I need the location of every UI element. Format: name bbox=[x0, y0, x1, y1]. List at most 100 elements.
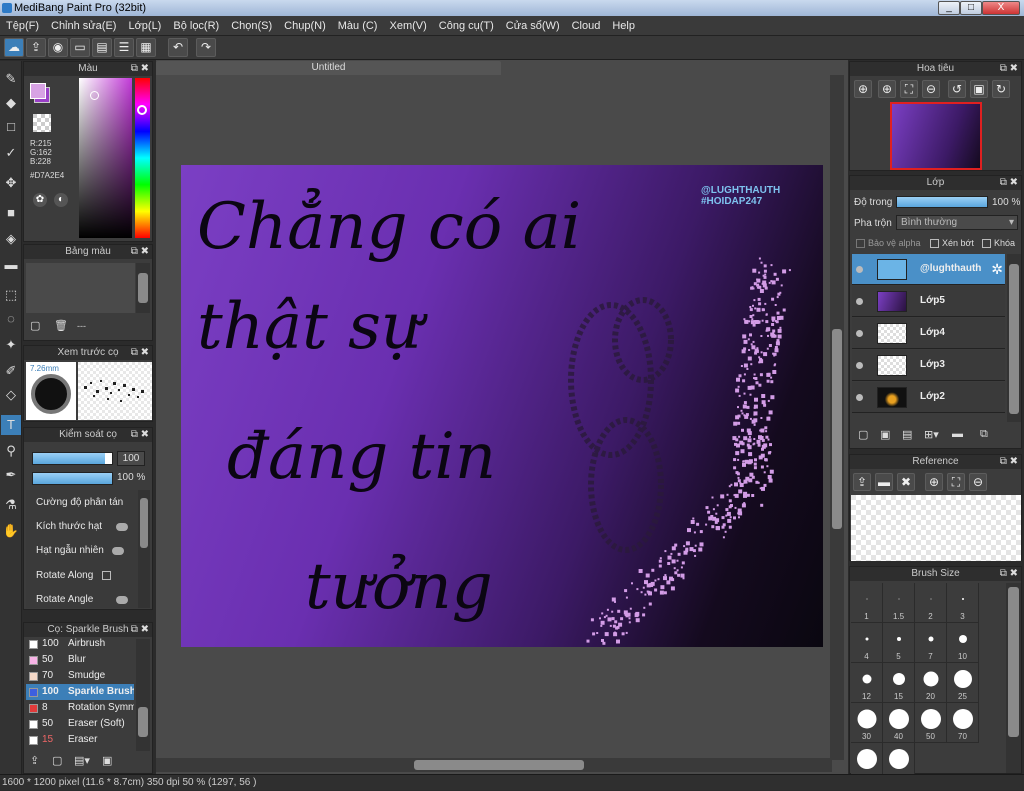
cloud-icon[interactable]: ☁ bbox=[4, 38, 24, 57]
brush-size-option[interactable]: 40 bbox=[883, 703, 915, 743]
brush-size-option[interactable]: 50 bbox=[915, 703, 947, 743]
fit-icon[interactable]: ⛶ bbox=[947, 473, 965, 491]
brush-size-option[interactable]: 30 bbox=[851, 703, 883, 743]
document-tab[interactable]: Untitled bbox=[156, 61, 501, 75]
zoom-out-icon[interactable]: ⊖ bbox=[922, 80, 940, 98]
hand-tool-icon[interactable]: ✋ bbox=[1, 521, 21, 541]
menu-snap[interactable]: Chụp(N) bbox=[278, 16, 332, 36]
brush-size-option[interactable]: 15 bbox=[883, 663, 915, 703]
lasso-tool-icon[interactable]: ◌ bbox=[1, 309, 21, 329]
sv-picker-handle[interactable] bbox=[90, 91, 99, 100]
folder-icon[interactable]: ▬ bbox=[952, 428, 963, 440]
grid-icon[interactable]: ▦ bbox=[136, 38, 156, 57]
brush-item[interactable]: 70 Smudge bbox=[26, 668, 134, 684]
brush-size-option[interactable]: 20 bbox=[915, 663, 947, 703]
menu-window[interactable]: Cửa sổ(W) bbox=[500, 16, 566, 36]
redo-icon[interactable]: ↷ bbox=[196, 38, 216, 57]
layer-opacity-slider[interactable] bbox=[896, 196, 988, 208]
zoom-in-icon-2[interactable]: ⊕ bbox=[878, 80, 896, 98]
palette-area[interactable] bbox=[26, 263, 135, 313]
menu-file[interactable]: Tệp(F) bbox=[0, 16, 45, 36]
brush-size-option[interactable]: 12 bbox=[851, 663, 883, 703]
artwork-canvas[interactable]: Chẳng có ai thật sự đáng tin tưởng @LUGH… bbox=[181, 165, 823, 647]
hue-slider[interactable] bbox=[135, 78, 150, 238]
text-tool-icon[interactable]: T bbox=[1, 415, 21, 435]
new-layer-icon[interactable]: ▢ bbox=[858, 428, 868, 441]
rotate-right-icon[interactable]: ↻ bbox=[992, 80, 1010, 98]
close-button[interactable]: X bbox=[982, 1, 1020, 15]
brush-menu-icon[interactable]: ▤▾ bbox=[74, 754, 90, 767]
primary-color-swatch[interactable] bbox=[30, 83, 46, 99]
eye-icon[interactable] bbox=[856, 362, 863, 369]
saturation-value-picker[interactable] bbox=[79, 78, 132, 238]
menu-view[interactable]: Xem(V) bbox=[383, 16, 432, 36]
brush-item-selected[interactable]: 100 Sparkle Brush bbox=[26, 684, 134, 700]
protect-alpha-option[interactable]: Bảo vệ alpha bbox=[856, 238, 921, 249]
brush-size-option[interactable]: 7 bbox=[915, 623, 947, 663]
palette-scrollbar[interactable] bbox=[136, 263, 150, 313]
layer-row[interactable]: Lớp5 bbox=[852, 286, 1005, 317]
brush-item[interactable]: 100 Airbrush bbox=[26, 636, 134, 652]
magic-wand-tool-icon[interactable]: ✦ bbox=[1, 335, 21, 355]
menu-help[interactable]: Help bbox=[606, 16, 641, 36]
brush-size-option[interactable]: 2 bbox=[915, 583, 947, 623]
eraser-tool-icon[interactable]: ◆ bbox=[1, 93, 21, 113]
brush-size-option[interactable]: 3 bbox=[947, 583, 979, 623]
line-tool-icon[interactable]: ✓ bbox=[1, 143, 21, 163]
brush-new-icon[interactable]: ▢ bbox=[52, 754, 62, 767]
brush-tool-icon[interactable]: ✎ bbox=[1, 69, 21, 89]
bucket-tool-icon[interactable]: ◈ bbox=[1, 229, 21, 249]
menu-filter[interactable]: Bộ lọc(R) bbox=[167, 16, 225, 36]
brush-add-icon[interactable]: ⇪ bbox=[30, 754, 39, 767]
color-mix-icon[interactable]: ◐ bbox=[54, 193, 68, 207]
brush-size-option[interactable]: 25 bbox=[947, 663, 979, 703]
scatter-intensity-option[interactable]: Cường độ phân tán bbox=[36, 497, 123, 508]
hue-handle[interactable] bbox=[137, 105, 147, 115]
new-1bit-layer-icon[interactable]: ▤ bbox=[902, 428, 912, 441]
layer-row[interactable]: Lớp4 bbox=[852, 318, 1005, 349]
brush-item[interactable]: 50 Eraser (Soft) bbox=[26, 716, 134, 732]
brush-size-scrollbar[interactable] bbox=[1006, 583, 1021, 773]
duplicate-layer-icon[interactable]: ⧉ bbox=[980, 428, 988, 441]
zoom-in-icon[interactable]: ⊕ bbox=[925, 473, 943, 491]
undo-icon[interactable]: ↶ bbox=[168, 38, 188, 57]
brush-item[interactable]: 50 Blur bbox=[26, 652, 134, 668]
menu-color[interactable]: Màu (C) bbox=[332, 16, 384, 36]
brush-size-option[interactable]: 10 bbox=[947, 623, 979, 663]
eye-icon[interactable] bbox=[856, 266, 863, 273]
canvas-horizontal-scrollbar[interactable] bbox=[156, 758, 832, 772]
menu-tools[interactable]: Công cụ(T) bbox=[433, 16, 500, 36]
open-folder-icon[interactable]: ▬ bbox=[875, 473, 893, 491]
select-eraser-tool-icon[interactable]: ◇ bbox=[1, 385, 21, 405]
eye-icon[interactable] bbox=[856, 394, 863, 401]
brush-opacity-slider[interactable] bbox=[32, 472, 113, 485]
list-icon[interactable]: ☰ bbox=[114, 38, 134, 57]
rotate-angle-knob[interactable] bbox=[116, 596, 128, 604]
canvas-vertical-scrollbar[interactable] bbox=[830, 75, 844, 760]
select-rect-tool-icon[interactable]: ⬚ bbox=[1, 285, 21, 305]
particle-size-option[interactable]: Kích thước hạt bbox=[36, 521, 102, 532]
brush-list-scrollbar[interactable] bbox=[136, 639, 150, 751]
move-tool-icon[interactable]: ✥ bbox=[1, 173, 21, 193]
operation-tool-icon[interactable]: ⚲ bbox=[1, 441, 21, 461]
rotate-along-option[interactable]: Rotate Along bbox=[36, 570, 114, 581]
maximize-button[interactable]: □ bbox=[960, 1, 982, 15]
reference-image-area[interactable] bbox=[851, 495, 1021, 561]
menu-select[interactable]: Chọn(S) bbox=[225, 16, 278, 36]
brush-item[interactable]: 8 Rotation Symm bbox=[26, 700, 134, 716]
upload-icon[interactable]: ⇪ bbox=[853, 473, 871, 491]
rotate-left-icon[interactable]: ↺ bbox=[948, 80, 966, 98]
layer-row[interactable]: Lớp2 bbox=[852, 382, 1005, 413]
brush-size-option[interactable]: 5 bbox=[883, 623, 915, 663]
eyedropper-tool-icon[interactable]: ⚗ bbox=[1, 495, 21, 515]
blend-mode-select[interactable]: Bình thường ▾ bbox=[896, 215, 1018, 230]
eye-icon[interactable] bbox=[856, 330, 863, 337]
dropper-tool-icon[interactable]: ✒ bbox=[1, 465, 21, 485]
select-pen-tool-icon[interactable]: ✐ bbox=[1, 361, 21, 381]
menu-layer[interactable]: Lớp(L) bbox=[122, 16, 167, 36]
fill-rect-tool-icon[interactable]: ■ bbox=[1, 203, 21, 223]
delete-palette-icon[interactable]: 🗑 bbox=[54, 319, 68, 332]
eye-icon[interactable] bbox=[856, 298, 863, 305]
navigator-thumbnail[interactable] bbox=[890, 102, 982, 170]
particle-size-knob[interactable] bbox=[116, 523, 128, 531]
